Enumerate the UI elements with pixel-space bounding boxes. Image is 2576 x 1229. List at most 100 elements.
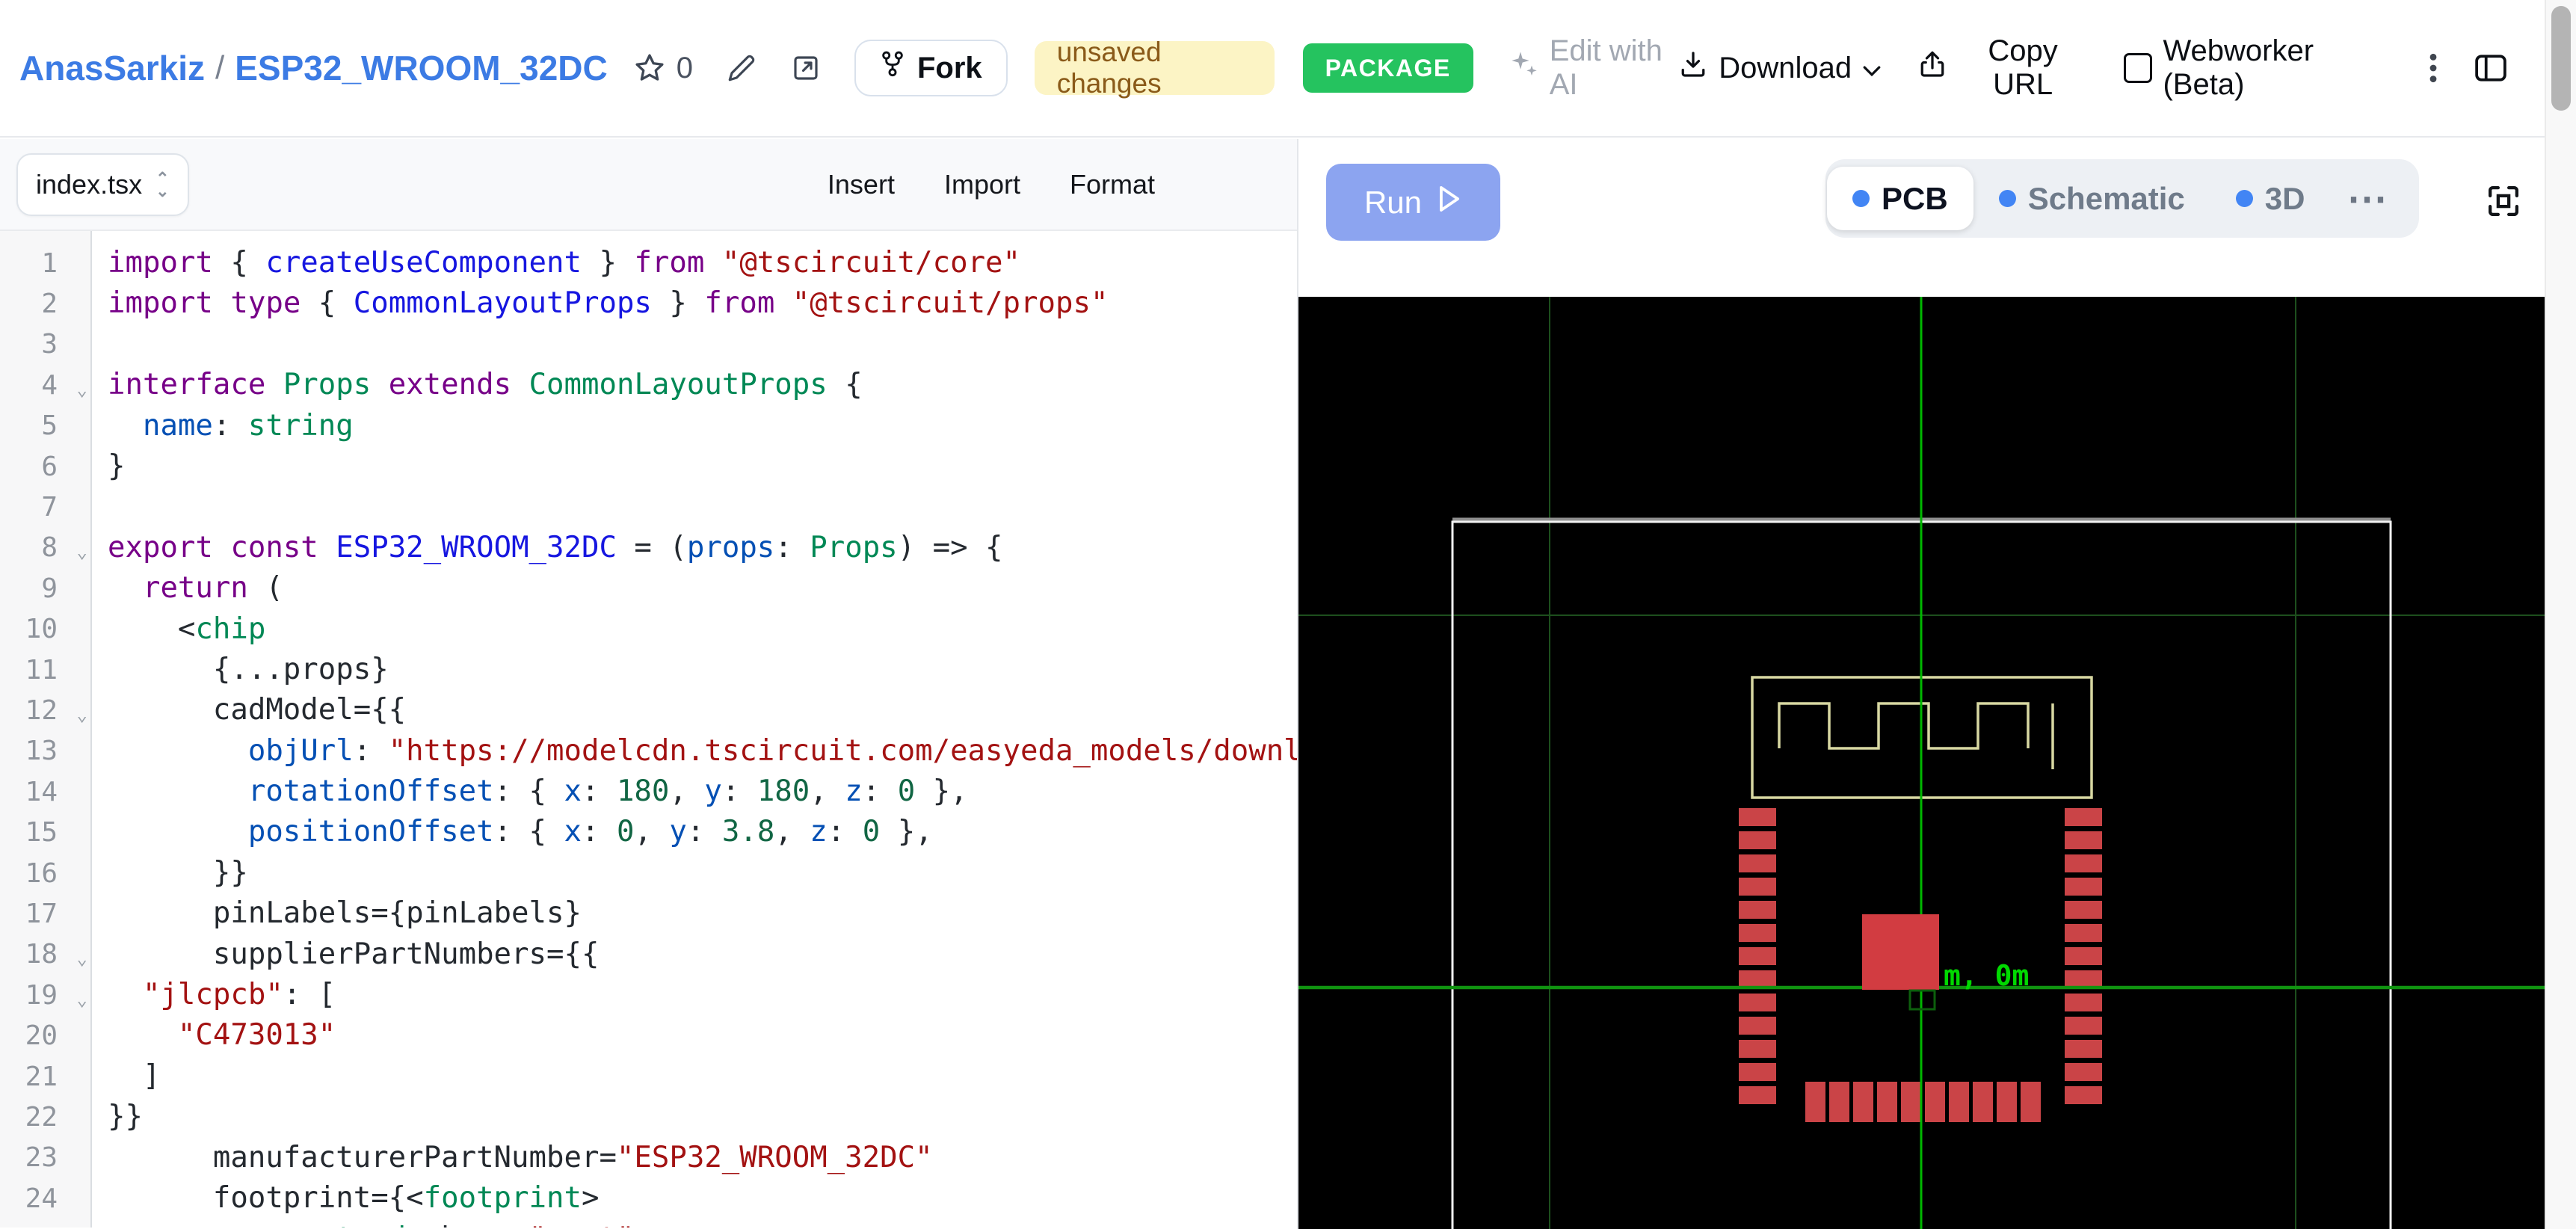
code-line[interactable]: 20 "C473013": [0, 1015, 1297, 1056]
code-line[interactable]: 9 return (: [0, 568, 1297, 609]
code-line[interactable]: 19⌄ "jlcpcb": [: [0, 975, 1297, 1015]
sidebar-panel-toggle[interactable]: [2474, 53, 2507, 83]
smt-pad: [1805, 1082, 1825, 1122]
code-line[interactable]: 5 name: string: [0, 406, 1297, 446]
code-line[interactable]: 12⌄ cadModel={{: [0, 690, 1297, 730]
webworker-checkbox[interactable]: [2124, 53, 2152, 83]
fork-button[interactable]: Fork: [854, 40, 1008, 96]
code-line[interactable]: 13 objUrl: "https://modelcdn.tscircuit.c…: [0, 731, 1297, 771]
smt-pad: [1739, 1040, 1776, 1058]
code-line[interactable]: 21 ]: [0, 1056, 1297, 1097]
line-number: 20: [0, 1020, 92, 1051]
code-line[interactable]: 8⌄export const ESP32_WROOM_32DC = (props…: [0, 528, 1297, 568]
smt-pad: [1739, 854, 1776, 872]
edit-with-ai-button[interactable]: Edit with AI: [1509, 34, 1679, 102]
breadcrumb-user-link[interactable]: AnasSarkiz: [19, 48, 205, 88]
pcb-canvas[interactable]: m, 0m: [1298, 297, 2545, 1229]
run-button[interactable]: Run: [1326, 164, 1500, 241]
code-text: "C473013": [92, 1015, 336, 1056]
line-number: 12⌄: [0, 695, 92, 726]
fold-chevron-icon[interactable]: ⌄: [77, 379, 87, 400]
smt-pad: [1739, 1017, 1776, 1035]
edit-pencil-button[interactable]: [726, 52, 757, 84]
scrollbar-thumb[interactable]: [2551, 6, 2571, 111]
code-line[interactable]: 3: [0, 324, 1297, 365]
code-text: manufacturerPartNumber="ESP32_WROOM_32DC…: [92, 1138, 933, 1178]
tabs-more-button[interactable]: ⋯: [2331, 184, 2406, 214]
code-line[interactable]: 23 manufacturerPartNumber="ESP32_WROOM_3…: [0, 1138, 1297, 1178]
smt-pad: [2065, 970, 2102, 988]
smt-pad: [2065, 1086, 2102, 1104]
line-number: 15: [0, 817, 92, 848]
smt-pad: [2065, 994, 2102, 1011]
more-options-button[interactable]: [2428, 52, 2438, 84]
smt-pad: [2065, 1063, 2102, 1081]
code-line[interactable]: 7: [0, 487, 1297, 527]
tab-dot-icon: [1852, 190, 1870, 207]
code-line[interactable]: 6}: [0, 446, 1297, 487]
code-line[interactable]: 4⌄interface Props extends CommonLayoutPr…: [0, 365, 1297, 405]
menu-import[interactable]: Import: [944, 169, 1020, 200]
menu-insert[interactable]: Insert: [828, 169, 895, 200]
fold-chevron-icon[interactable]: ⌄: [77, 704, 87, 725]
download-icon: [1678, 49, 1708, 87]
code-line[interactable]: 10 <chip: [0, 609, 1297, 650]
editor-menu: Insert Import Format: [828, 169, 1155, 200]
smt-pad: [2065, 854, 2102, 872]
code-line[interactable]: 1import { createUseComponent } from "@ts…: [0, 243, 1297, 283]
line-number: 25: [0, 1224, 92, 1228]
code-line[interactable]: 17 pinLabels={pinLabels}: [0, 893, 1297, 934]
star-icon[interactable]: [633, 52, 666, 84]
smt-pad: [1973, 1082, 1993, 1122]
line-number: 16: [0, 858, 92, 889]
code-lines: 1import { createUseComponent } from "@ts…: [0, 243, 1297, 1228]
code-text: interface Props extends CommonLayoutProp…: [92, 365, 863, 405]
copy-url-button[interactable]: Copy URL: [1917, 34, 2088, 102]
file-selector-chevrons-icon: ⌃⌄: [155, 172, 169, 197]
smt-pad: [1739, 1063, 1776, 1081]
star-count: 0: [677, 52, 693, 85]
code-line[interactable]: 25 <smtpad shape="rect": [0, 1219, 1297, 1228]
smt-pad: [1877, 1082, 1897, 1122]
code-line[interactable]: 14 rotationOffset: { x: 180, y: 180, z: …: [0, 771, 1297, 812]
webworker-toggle[interactable]: Webworker (Beta): [2124, 34, 2392, 102]
fold-chevron-icon[interactable]: ⌄: [77, 948, 87, 969]
code-line[interactable]: 22}}: [0, 1097, 1297, 1137]
file-selector[interactable]: index.tsx ⌃⌄: [16, 153, 189, 216]
window-scrollbar[interactable]: [2545, 0, 2576, 1229]
tab-3d[interactable]: 3D: [2210, 181, 2331, 217]
code-text: }}: [92, 1097, 143, 1137]
sparkles-icon: [1509, 49, 1539, 87]
star-button[interactable]: 0: [633, 52, 693, 85]
view-tabs: PCBSchematic3D⋯: [1825, 159, 2419, 238]
code-line[interactable]: 24 footprint={<footprint>: [0, 1178, 1297, 1219]
line-number: 14: [0, 777, 92, 807]
menu-format[interactable]: Format: [1070, 169, 1155, 200]
tab-schematic[interactable]: Schematic: [1973, 181, 2210, 217]
open-external-button[interactable]: [790, 52, 822, 84]
line-number: 8⌄: [0, 532, 92, 563]
fullscreen-icon[interactable]: [2485, 182, 2522, 224]
breadcrumb-repo-link[interactable]: ESP32_WROOM_32DC: [235, 48, 608, 88]
fold-chevron-icon[interactable]: ⌄: [77, 541, 87, 562]
code-line[interactable]: 2import type { CommonLayoutProps } from …: [0, 283, 1297, 324]
code-line[interactable]: 15 positionOffset: { x: 0, y: 3.8, z: 0 …: [0, 812, 1297, 852]
smt-pad: [1829, 1082, 1849, 1122]
line-number: 17: [0, 899, 92, 929]
code-text: }}: [92, 853, 248, 893]
code-text: }: [92, 446, 125, 487]
fold-chevron-icon[interactable]: ⌄: [77, 989, 87, 1010]
smt-pad: [1739, 808, 1776, 826]
tab-pcb[interactable]: PCB: [1827, 167, 1973, 230]
line-number: 22: [0, 1102, 92, 1133]
line-number: 9: [0, 573, 92, 604]
smt-pad: [1739, 994, 1776, 1011]
code-text: <chip: [92, 609, 265, 650]
code-line[interactable]: 18⌄ supplierPartNumbers={{: [0, 934, 1297, 975]
download-button[interactable]: Download: [1678, 49, 1882, 87]
play-icon: [1437, 185, 1462, 221]
code-area[interactable]: 1import { createUseComponent } from "@ts…: [0, 231, 1297, 1228]
code-text: <smtpad shape="rect": [92, 1219, 634, 1228]
code-line[interactable]: 16 }}: [0, 853, 1297, 893]
code-line[interactable]: 11 {...props}: [0, 650, 1297, 690]
